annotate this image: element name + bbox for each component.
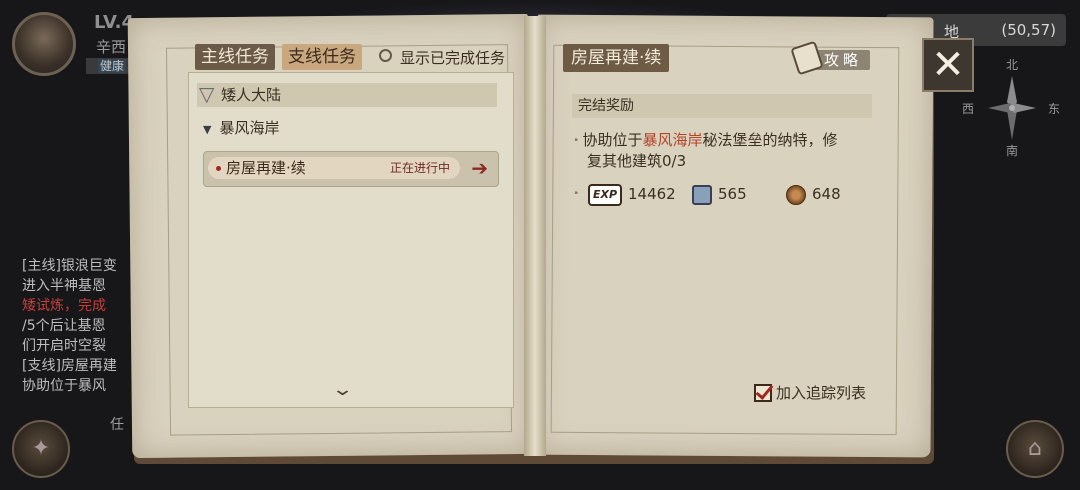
quest-list-item[interactable]: 房屋再建·续 正在进行中 ➔ [203,151,499,187]
description-line-1: ⁍ 协助位于暴风海岸秘法堡垒的纳特，修 [574,130,874,151]
status-text: 健康 [98,59,127,73]
skill-icon: ✦ [31,436,51,461]
track-toggle[interactable]: 加入追踪列表 [754,382,866,404]
reward-list: ⁍ EXP 14462 565 648 [574,182,874,206]
region-header[interactable]: ▽ 矮人大陆 [197,83,497,107]
quest-list[interactable]: ▽ 矮人大陆 ▼ 暴风海岸 房屋再建·续 正在进行中 ➔ ⌄ [188,72,514,408]
radio-icon [379,49,392,62]
compass-east: 东 [1048,102,1061,116]
region-name: 矮人大陆 [221,86,282,104]
reward-exp-value: 14462 [628,185,676,203]
expand-triangle-icon: ▼ [203,123,212,136]
reward-coin-value: 648 [812,185,841,203]
reward-coin: 648 [786,182,841,206]
description-line-2: 复其他建筑0/3 [587,152,687,170]
chevron-down-icon[interactable]: ⌄ [331,379,354,400]
quest-title: 房屋再建·续 [563,44,670,72]
log-line: 们开启时空裂 [22,338,106,354]
arrow-right-icon[interactable]: ➔ [471,156,488,180]
log-line: [支线]房屋再建 [22,358,117,374]
skill-book-icon [692,184,712,205]
log-line: [主线]银浪巨变 [22,258,117,274]
track-label: 加入追踪列表 [776,384,867,402]
compass-west: 西 [962,102,975,116]
log-line: 进入半神基恩 [22,278,106,294]
show-completed-toggle[interactable]: 显示已完成任务 [379,47,505,68]
subregion-header[interactable]: ▼ 暴风海岸 [203,117,279,138]
right-page [534,14,934,458]
show-completed-label: 显示已完成任务 [400,49,506,67]
exp-icon: EXP [588,183,622,206]
player-name: 辛西 [96,38,127,56]
location-highlight[interactable]: 暴风海岸 [643,131,703,149]
reward-header: 完结奖励 [572,94,872,118]
compass: 北 西 东 南 [962,54,1062,160]
guide-button[interactable]: 攻略 [790,40,874,76]
description-pre: 协助位于 [582,131,643,149]
tab-main-quests[interactable]: 主线任务 [195,44,275,70]
reward-skill-value: 565 [718,185,747,203]
guide-label: 攻略 [824,51,863,69]
tab-side-quests[interactable]: 支线任务 [282,44,362,70]
log-line: 协助位于暴风 [22,378,106,394]
scroll-icon [790,40,824,76]
bullet-icon: ⁍ [574,189,579,199]
close-icon: ✕ [931,42,965,88]
side-quest-log[interactable]: [主线]银浪巨变 进入半神基恩 矮试炼，完成 /5个后让基恩 们开启时空裂 [支… [22,256,132,396]
close-button[interactable]: ✕ [922,38,974,92]
quest-name: 房屋再建·续 [226,159,306,177]
bullet-icon [216,166,221,171]
quest-description: ⁍ 协助位于暴风海岸秘法堡垒的纳特，修 复其他建筑0/3 [574,130,874,171]
log-line: 矮试炼，完成 [22,298,106,314]
house-icon: ⌂ [1028,436,1042,461]
coordinate-readout: (50,57) [1001,21,1056,39]
collapse-triangle-icon: ▽ [199,82,215,106]
coin-icon [786,184,806,205]
bullet-icon: ⁍ [574,136,579,146]
quest-pill: 房屋再建·续 正在进行中 [208,157,460,179]
compass-north: 北 [1006,58,1019,72]
reward-exp: EXP 14462 [588,182,676,206]
home-button[interactable]: ⌂ [1006,420,1064,478]
compass-south: 南 [1006,144,1019,158]
description-post: 秘法堡垒的纳特，修 [702,131,838,149]
reward-skill: 565 [692,182,747,206]
subregion-name: 暴风海岸 [219,119,280,137]
book-spine [524,16,546,456]
quest-state: 正在进行中 [389,161,450,175]
log-line: /5个后让基恩 [22,318,106,334]
bottom-left-skill-button[interactable]: ✦ [12,420,70,478]
bottom-hud-label: 任 [110,417,124,433]
player-avatar[interactable] [12,12,76,76]
checkbox-checked-icon[interactable] [754,384,772,402]
